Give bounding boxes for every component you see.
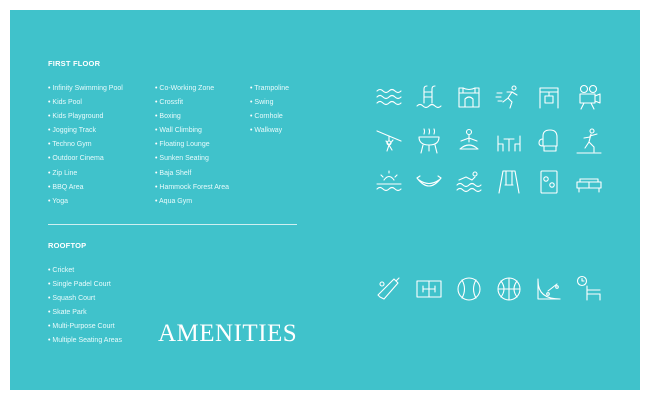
rooftop-list-item: Squash Court [48, 292, 122, 306]
amenity-list-item: Trampoline [250, 82, 289, 96]
cricket-bat-icon [377, 277, 400, 300]
seating-area-icon [576, 275, 601, 301]
amenities-panel: FIRST FLOOR Infinity Swimming PoolKids P… [10, 10, 640, 390]
rooftop-list-item: Multiple Seating Areas [48, 334, 122, 348]
seating-table-icon [497, 135, 521, 152]
page-title: AMENITIES [158, 320, 298, 347]
bouncy-castle-icon [458, 87, 480, 108]
pool-ladder-icon [416, 85, 442, 109]
yoga-icon [459, 128, 479, 150]
amenity-list-item: Floating Lounge [155, 138, 229, 152]
amenity-list-item: Jogging Track [48, 124, 123, 138]
amenity-list-item: Infinity Swimming Pool [48, 82, 122, 96]
bbq-grill-icon [418, 128, 440, 154]
amenity-list-item: Hammock Forest Area [155, 181, 229, 195]
amenity-list-item: Baja Shelf [155, 167, 229, 181]
hammock-icon [416, 175, 442, 187]
runner-icon [495, 85, 518, 109]
amenity-list-item: Yoga [48, 195, 123, 209]
swing-icon [498, 170, 520, 194]
first-floor-column-2: Co-Working ZoneCrossfitBoxingWall Climbi… [155, 82, 229, 209]
first-floor-heading: FIRST FLOOR [48, 59, 101, 68]
amenity-list-item: Sunken Seating [155, 152, 229, 166]
amenity-list-item: Swing [250, 96, 289, 110]
boxing-glove-icon [538, 129, 558, 152]
rooftop-list: CricketSingle Padel CourtSquash CourtSka… [48, 264, 122, 349]
aqua-swimmer-icon [456, 171, 482, 193]
amenity-list-item: Cornhole [250, 110, 289, 124]
gym-frame-icon [539, 87, 559, 109]
skate-ramp-icon [537, 278, 561, 300]
rooftop-list-item: Cricket [48, 264, 122, 278]
first-floor-column-3: TrampolineSwingCornholeWalkway [250, 82, 289, 138]
section-divider [48, 224, 297, 225]
squash-ball-icon [457, 277, 481, 301]
pool-waves-icon [376, 88, 402, 106]
rooftop-heading: ROOFTOP [48, 241, 87, 250]
zipline-icon [376, 130, 402, 152]
amenity-list-item: Zip Line [48, 167, 123, 181]
rooftop-list-item: Skate Park [48, 306, 122, 320]
amenity-list-item: Kids Pool [48, 96, 123, 110]
amenity-list-item: Boxing [155, 110, 229, 124]
amenity-list-item: Crossfit [155, 96, 229, 110]
cornhole-board-icon [540, 170, 558, 194]
rooftop-list-item: Multi-Purpose Court [48, 320, 122, 334]
amenity-list-item: Kids Playground [48, 110, 123, 124]
amenity-list-item: Techno Gym [48, 138, 123, 152]
amenity-list-item: Walkway [250, 124, 289, 138]
amenity-list-item: Co-Working Zone [155, 82, 229, 96]
lounge-sofa-icon [576, 178, 602, 193]
amenity-list-item: Aqua Gym [155, 195, 229, 209]
amenity-list-item: BBQ Area [48, 181, 123, 195]
projector-icon [579, 84, 601, 110]
amenity-list-item: Wall Climbing [155, 124, 229, 138]
padel-court-icon [416, 280, 442, 298]
sunbathing-icon [376, 170, 402, 192]
first-floor-column-1: Infinity Swimming PoolKids PoolKids Play… [48, 82, 123, 209]
climber-icon [576, 128, 602, 154]
amenity-list-item: Outdoor Cinema [48, 152, 123, 166]
basketball-icon [497, 277, 521, 301]
rooftop-list-item: Single Padel Court [48, 278, 122, 292]
